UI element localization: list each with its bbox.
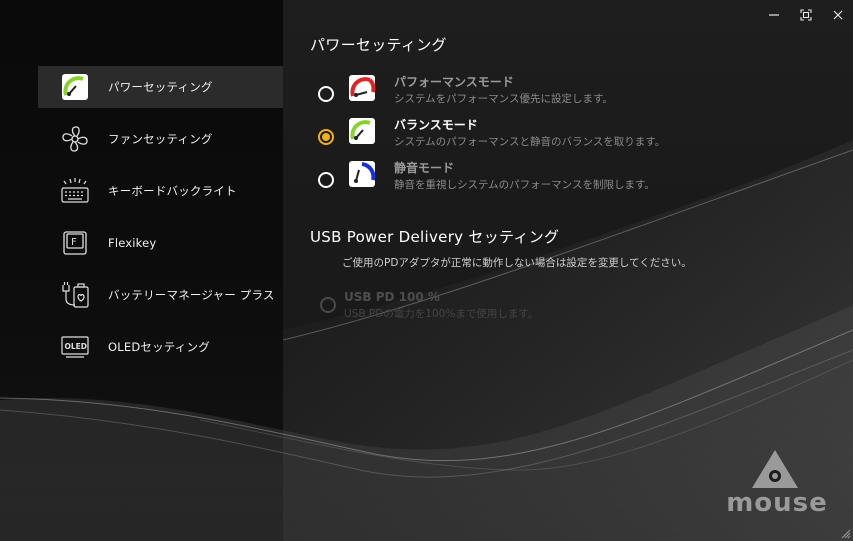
sidebar-item-oled-settings[interactable]: OLED OLEDセッティング bbox=[38, 326, 283, 368]
power-gauge-icon bbox=[60, 72, 90, 102]
balance-gauge-icon bbox=[349, 118, 375, 144]
sidebar-item-label: バッテリーマネージャー プラス bbox=[108, 288, 275, 302]
mode-description: システムをパフォーマンス優先に設定します。 bbox=[394, 93, 613, 105]
close-button[interactable] bbox=[827, 6, 849, 24]
fullscreen-button[interactable] bbox=[795, 6, 817, 24]
minimize-icon bbox=[769, 14, 779, 16]
mode-silent[interactable]: 静音モード 静音を重視しシステムのパフォーマンスを制限します。 bbox=[318, 161, 838, 202]
mode-name: バランスモード bbox=[394, 118, 478, 132]
usb-pd-option-name: USB PD 100 % bbox=[344, 290, 440, 304]
page-title: パワーセッティング bbox=[310, 36, 447, 54]
sidebar-item-label: ファンセッティング bbox=[108, 132, 213, 146]
radio-usb-pd-100[interactable] bbox=[320, 297, 336, 313]
mouse-logo-mark bbox=[752, 450, 798, 488]
resize-grip-icon[interactable] bbox=[841, 529, 851, 539]
usb-pd-note: ご使用のPDアダプタが正常に動作しない場合は設定を変更してください。 bbox=[342, 257, 692, 269]
sidebar-item-flexikey[interactable]: F Flexikey bbox=[38, 222, 283, 264]
usb-pd-option-description: USB PDの電力を100%まで使用します。 bbox=[344, 308, 539, 320]
sidebar-item-keyboard-backlight[interactable]: キーボードバックライト bbox=[38, 170, 283, 212]
mode-name: パフォーマンスモード bbox=[394, 75, 514, 89]
keyboard-backlight-icon bbox=[60, 176, 90, 206]
mode-performance[interactable]: パフォーマンスモード システムをパフォーマンス優先に設定します。 bbox=[318, 75, 838, 116]
radio-performance[interactable] bbox=[318, 86, 334, 102]
sidebar-item-power-settings[interactable]: パワーセッティング bbox=[38, 66, 283, 108]
mode-balance[interactable]: バランスモード システムのパフォーマンスと静音のバランスを取ります。 bbox=[318, 118, 838, 159]
oled-icon: OLED bbox=[60, 332, 90, 362]
sidebar-item-battery-manager[interactable]: バッテリーマネージャー プラス bbox=[38, 274, 283, 316]
fullscreen-icon bbox=[800, 9, 812, 21]
mode-description: 静音を重視しシステムのパフォーマンスを制限します。 bbox=[394, 179, 655, 191]
sidebar-item-label: Flexikey bbox=[108, 236, 157, 250]
sidebar-item-fan-settings[interactable]: ファンセッティング bbox=[38, 118, 283, 160]
fan-icon bbox=[60, 124, 90, 154]
svg-text:F: F bbox=[71, 237, 77, 248]
usb-pd-heading: USB Power Delivery セッティング bbox=[310, 228, 560, 246]
radio-balance[interactable] bbox=[318, 129, 334, 145]
radio-silent[interactable] bbox=[318, 172, 334, 188]
close-icon bbox=[833, 10, 843, 20]
mouse-logo: mouse bbox=[722, 448, 832, 518]
brand-text: mouse bbox=[726, 488, 828, 518]
silent-gauge-icon bbox=[349, 161, 376, 187]
minimize-button[interactable] bbox=[763, 6, 785, 24]
sidebar-item-label: パワーセッティング bbox=[108, 80, 213, 94]
sidebar: パワーセッティング ファンセッティング キーボードバックライト F Flexik… bbox=[0, 0, 283, 541]
svg-text:OLED: OLED bbox=[65, 342, 88, 351]
app-window: パワーセッティング ファンセッティング キーボードバックライト F Flexik… bbox=[0, 0, 853, 541]
flexikey-icon: F bbox=[60, 228, 90, 258]
mode-description: システムのパフォーマンスと静音のバランスを取ります。 bbox=[394, 136, 666, 148]
performance-gauge-icon bbox=[349, 75, 376, 101]
battery-manager-icon bbox=[60, 280, 90, 310]
mode-name: 静音モード bbox=[394, 161, 455, 175]
sidebar-item-label: OLEDセッティング bbox=[108, 340, 210, 354]
sidebar-item-label: キーボードバックライト bbox=[108, 184, 237, 198]
